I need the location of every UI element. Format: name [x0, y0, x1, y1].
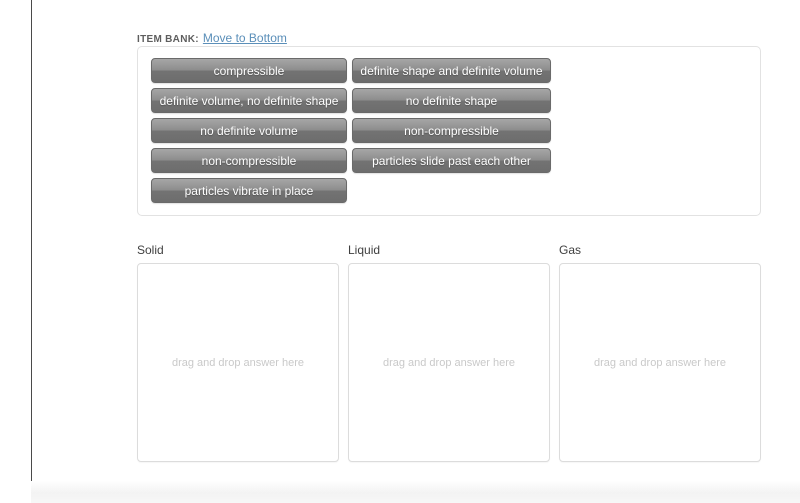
drop-zone-liquid: Liquid drag and drop answer here — [348, 243, 550, 462]
item-bank-header: ITEM BANK: Move to Bottom — [137, 31, 287, 45]
item-bank-tile[interactable]: non-compressible — [352, 118, 551, 143]
item-bank-tile[interactable]: compressible — [151, 58, 347, 83]
drop-zone-solid: Solid drag and drop answer here — [137, 243, 339, 462]
drop-placeholder-text: drag and drop answer here — [382, 356, 516, 369]
drop-zone-label: Solid — [137, 243, 164, 257]
item-bank-tile[interactable]: no definite volume — [151, 118, 347, 143]
move-to-bottom-link[interactable]: Move to Bottom — [203, 31, 287, 45]
drop-target-liquid[interactable]: drag and drop answer here — [348, 263, 550, 462]
content-sheet: ITEM BANK: Move to Bottom compressible de… — [31, 0, 800, 481]
page-root: ITEM BANK: Move to Bottom compressible de… — [0, 0, 800, 503]
drop-zone-gas: Gas drag and drop answer here — [559, 243, 761, 462]
drop-target-solid[interactable]: drag and drop answer here — [137, 263, 339, 462]
item-bank-tile[interactable]: definite shape and definite volume — [352, 58, 551, 83]
page-bottom-shadow — [31, 481, 800, 503]
item-bank-row: definite volume, no definite shape no de… — [151, 88, 551, 113]
drop-target-gas[interactable]: drag and drop answer here — [559, 263, 761, 462]
drop-placeholder-text: drag and drop answer here — [593, 356, 727, 369]
item-bank-panel: compressible definite shape and definite… — [137, 46, 761, 216]
drop-zone-label: Gas — [559, 243, 582, 257]
item-bank-row: particles vibrate in place — [151, 178, 551, 203]
item-bank-row: compressible definite shape and definite… — [151, 58, 551, 83]
item-bank-label: ITEM BANK: — [137, 34, 199, 45]
item-bank-tile[interactable]: definite volume, no definite shape — [151, 88, 347, 113]
item-bank-tile[interactable]: particles slide past each other — [352, 148, 551, 173]
item-bank-row: no definite volume non-compressible — [151, 118, 551, 143]
item-bank-tile[interactable]: particles vibrate in place — [151, 178, 347, 203]
drop-placeholder-text: drag and drop answer here — [171, 356, 305, 369]
item-bank-tile[interactable]: no definite shape — [352, 88, 551, 113]
drop-zone-label: Liquid — [348, 243, 381, 257]
item-bank-tile-grid: compressible definite shape and definite… — [151, 58, 551, 208]
item-bank-tile[interactable]: non-compressible — [151, 148, 347, 173]
item-bank-row: non-compressible particles slide past ea… — [151, 148, 551, 173]
clipped-question-heading — [105, 0, 405, 3]
